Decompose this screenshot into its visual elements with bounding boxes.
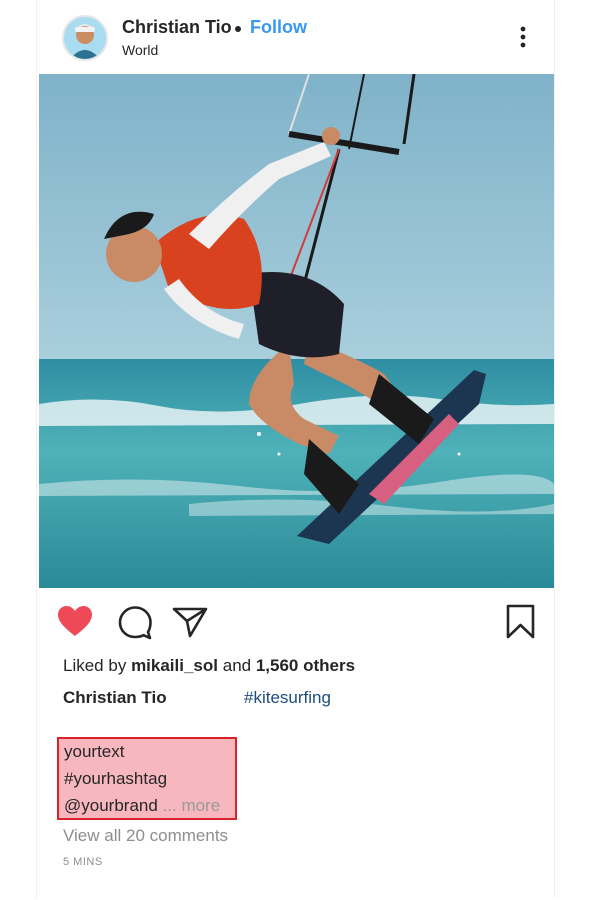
post-timestamp: 5 MINS: [63, 856, 103, 868]
highlight-text-box: yourtext #yourhashtag @yourbrand ... mor…: [57, 737, 237, 820]
bookmark-icon[interactable]: [501, 602, 541, 642]
comments-prefix: View all: [63, 826, 122, 845]
post-location[interactable]: World: [122, 42, 158, 58]
liked-by-user[interactable]: mikaili_sol: [131, 656, 218, 675]
comments-count: 20 comments: [126, 826, 229, 845]
caption-hashtag[interactable]: #kitesurfing: [244, 688, 331, 708]
caption-username[interactable]: Christian Tio: [63, 688, 167, 708]
likes-prefix: Liked by: [63, 656, 127, 675]
likes-summary: Liked by mikaili_sol and 1,560 others: [63, 656, 355, 676]
more-link[interactable]: ... more: [163, 796, 221, 815]
post-actions: [37, 598, 556, 644]
view-all-comments-link[interactable]: View all 20 comments: [63, 826, 228, 846]
likes-count[interactable]: 1,560 others: [256, 656, 355, 675]
post-card: Christian Tio Follow World Liked by mika…: [36, 0, 555, 898]
paper-plane-icon[interactable]: [170, 602, 210, 642]
post-username[interactable]: Christian Tio: [122, 17, 232, 38]
post-header: Christian Tio Follow World: [37, 0, 556, 74]
avatar[interactable]: [62, 15, 108, 61]
comment-icon[interactable]: [115, 602, 155, 642]
separator-dot: [235, 26, 241, 32]
kitesurfer-photo: [39, 74, 554, 588]
avatar-image: [64, 17, 106, 59]
more-options-icon[interactable]: [513, 25, 533, 51]
highlight-brand: @yourbrand: [64, 796, 158, 815]
highlight-line-hashtag: #yourhashtag: [64, 769, 168, 788]
highlight-line-brand: @yourbrand ... more: [64, 796, 220, 816]
heart-icon[interactable]: [55, 602, 95, 642]
post-photo[interactable]: [39, 74, 554, 588]
follow-button[interactable]: Follow: [250, 17, 307, 38]
highlight-line-text: yourtext: [64, 742, 125, 761]
likes-middle: and: [222, 656, 252, 675]
